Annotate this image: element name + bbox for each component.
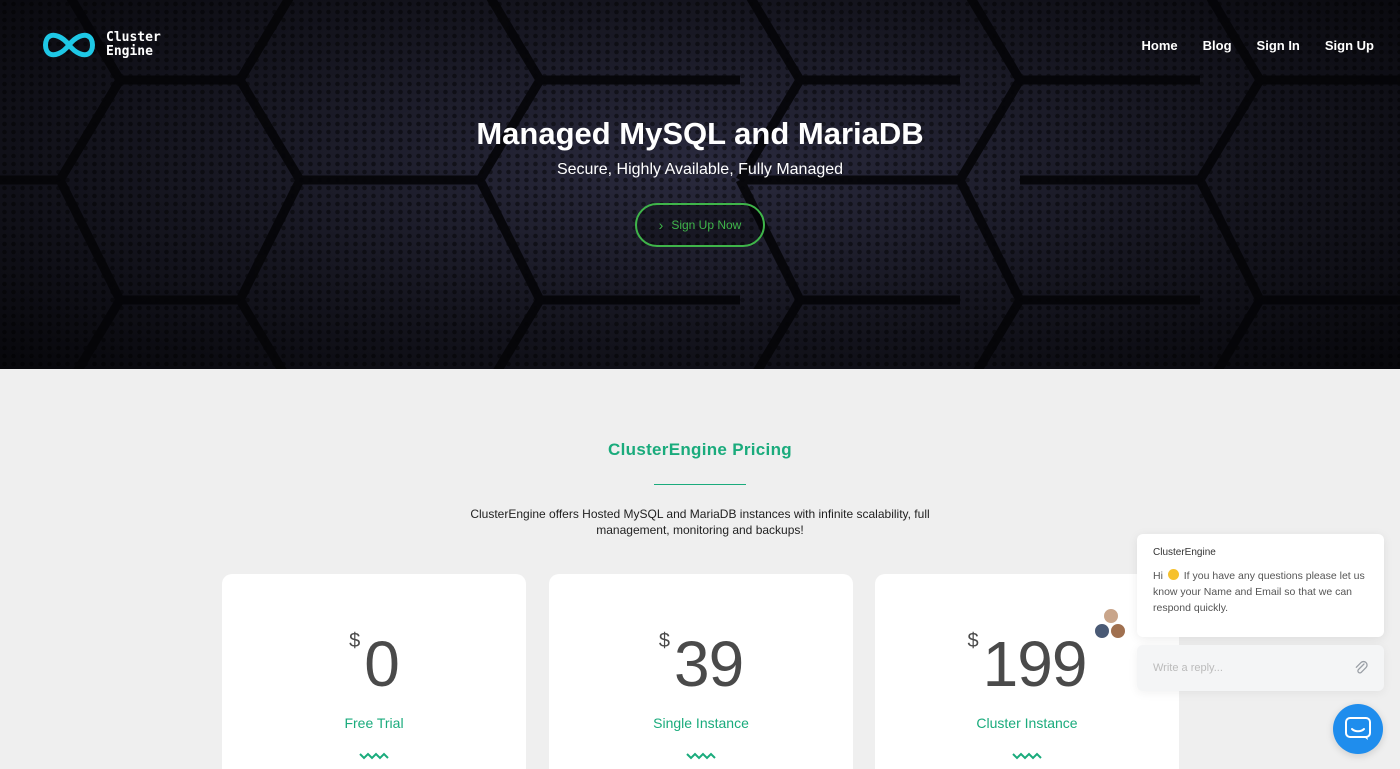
price: $ 199 xyxy=(875,624,1179,704)
infinity-logo-icon xyxy=(43,32,95,58)
title-divider xyxy=(654,484,746,485)
hero-subtitle: Secure, Highly Available, Fully Managed xyxy=(556,161,844,178)
chat-greeting: Hi xyxy=(1153,570,1163,582)
hero-title: Managed MySQL and MariaDB xyxy=(476,116,924,151)
chevron-right-icon: › xyxy=(658,217,664,233)
chat-icon xyxy=(1345,717,1371,740)
nav-home[interactable]: Home xyxy=(1142,38,1178,53)
chat-message-bubble[interactable]: ClusterEngine Hi If you have any questio… xyxy=(1137,534,1384,637)
chat-reply-input[interactable] xyxy=(1153,662,1343,674)
nav-sign-up[interactable]: Sign Up xyxy=(1325,38,1374,53)
top-nav: Home Blog Sign In Sign Up xyxy=(1142,38,1374,53)
price-amount: 199 xyxy=(982,628,1088,700)
currency-symbol: $ xyxy=(967,630,979,652)
nav-blog[interactable]: Blog xyxy=(1203,38,1232,53)
avatar xyxy=(1094,623,1110,639)
chat-message-text: If you have any questions please let us … xyxy=(1153,570,1365,614)
avatar xyxy=(1103,608,1119,624)
price-amount: 39 xyxy=(673,628,744,700)
sign-up-now-button[interactable]: › Sign Up Now xyxy=(635,203,765,247)
pricing-title: ClusterEngine Pricing xyxy=(608,440,792,459)
pricing-card-single-instance[interactable]: $ 39 Single Instance xyxy=(549,574,853,769)
logo-text: Cluster Engine xyxy=(106,30,161,59)
wave-divider-icon xyxy=(359,752,389,760)
price: $ 0 xyxy=(222,624,526,704)
price: $ 39 xyxy=(549,624,853,704)
paperclip-icon[interactable] xyxy=(1354,660,1368,676)
chat-reply-composer xyxy=(1137,645,1384,691)
hero-banner: Cluster Engine Home Blog Sign In Sign Up… xyxy=(0,0,1400,369)
hexagon-background xyxy=(0,0,1400,369)
plan-name: Free Trial xyxy=(344,715,404,731)
chat-launcher-button[interactable] xyxy=(1333,704,1383,754)
wave-divider-icon xyxy=(686,752,716,760)
pricing-card-cluster-instance[interactable]: $ 199 Cluster Instance xyxy=(875,574,1179,769)
chat-sender: ClusterEngine xyxy=(1153,547,1216,558)
pricing-description: ClusterEngine offers Hosted MySQL and Ma… xyxy=(470,507,930,537)
price-amount: 0 xyxy=(364,628,400,700)
smiley-icon xyxy=(1167,569,1179,580)
chat-message: Hi If you have any questions please let … xyxy=(1153,568,1368,616)
pricing-card-free-trial[interactable]: $ 0 Free Trial xyxy=(222,574,526,769)
avatar xyxy=(1110,623,1126,639)
cta-label: Sign Up Now xyxy=(671,218,742,232)
wave-divider-icon xyxy=(1012,752,1042,760)
nav-sign-in[interactable]: Sign In xyxy=(1257,38,1300,53)
currency-symbol: $ xyxy=(349,630,361,652)
support-team-avatars xyxy=(1094,608,1128,642)
plan-name: Cluster Instance xyxy=(976,715,1078,731)
currency-symbol: $ xyxy=(658,630,670,652)
logo[interactable]: Cluster Engine xyxy=(40,30,161,60)
plan-name: Single Instance xyxy=(653,715,749,731)
